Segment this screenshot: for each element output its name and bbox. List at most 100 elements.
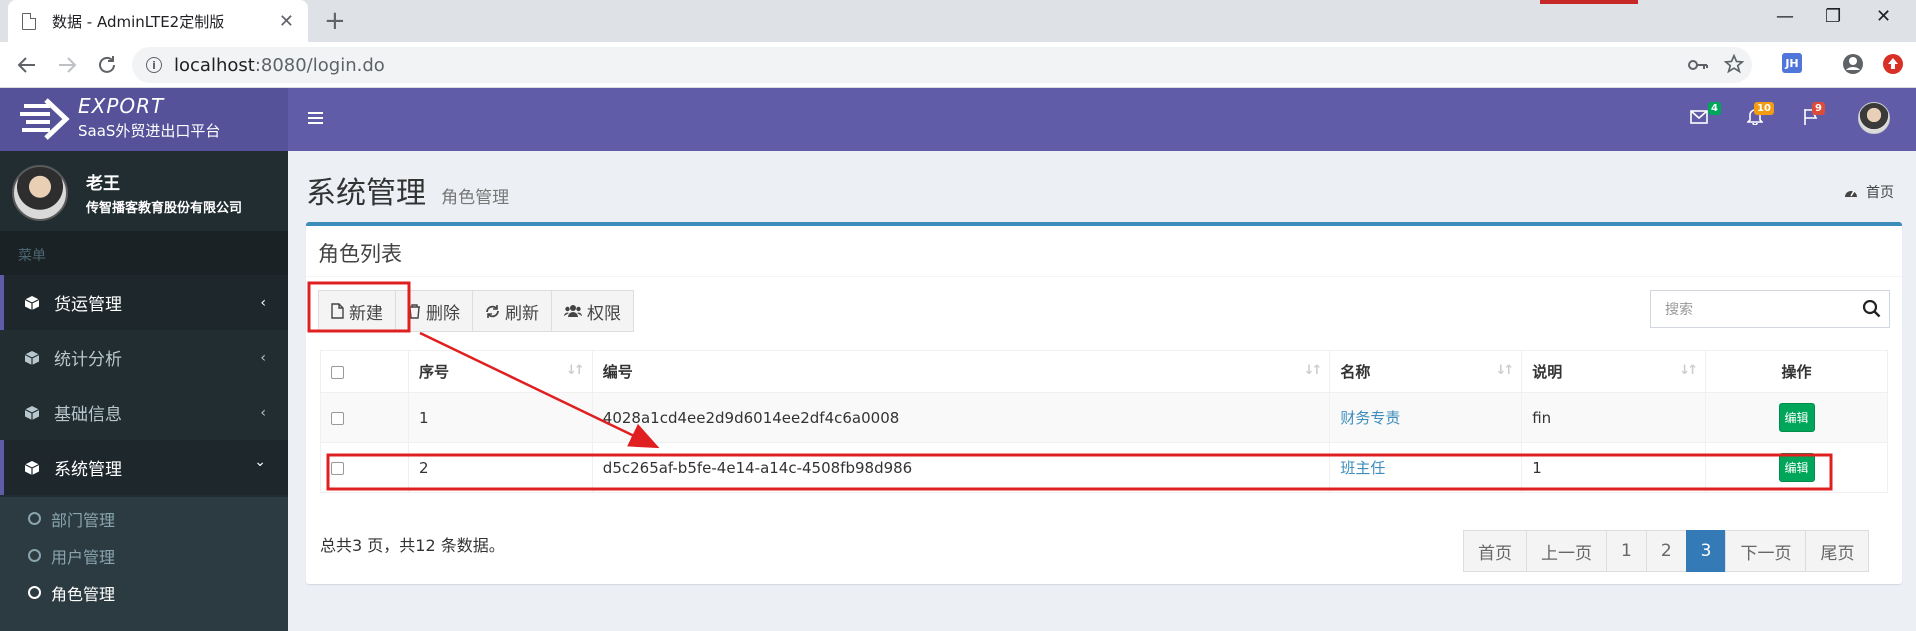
tab-close-icon[interactable]: ✕	[279, 11, 294, 32]
update-icon[interactable]	[1882, 53, 1904, 75]
permission-button[interactable]: 权限	[551, 290, 634, 332]
sidebar-item-freight[interactable]: 货运管理 ‹	[0, 275, 288, 330]
sidebar-item-role[interactable]: 角色管理	[0, 574, 288, 611]
sidebar-item-statistics[interactable]: 统计分析 ‹	[0, 330, 288, 385]
pagination-summary: 总共3 页，共12 条数据。	[320, 536, 505, 555]
maximize-button[interactable]: ❐	[1825, 6, 1841, 27]
sidebar-item-label: 统计分析	[54, 350, 122, 370]
cube-icon	[24, 350, 40, 365]
pagination: 首页 上一页 1 2 3 下一页 尾页	[1463, 530, 1870, 572]
chevron-left-icon: ‹	[260, 349, 266, 366]
circle-icon	[28, 549, 41, 562]
cell-name: 财务专责	[1329, 392, 1523, 443]
sidebar-item-label: 系统管理	[54, 460, 122, 480]
cell-desc: 1	[1521, 442, 1707, 493]
column-header-id[interactable]: 编号 ↓↑	[591, 350, 1331, 393]
mail-icon[interactable]	[1690, 110, 1708, 124]
dashboard-icon	[1845, 190, 1857, 197]
window-close-button[interactable]: ✕	[1876, 6, 1891, 27]
toolbar: 新建 删除 刷新 权限	[318, 290, 634, 332]
cell-action: 编辑	[1705, 442, 1888, 493]
role-name-link[interactable]: 财务专责	[1340, 409, 1400, 427]
page-prev[interactable]: 上一页	[1526, 530, 1607, 572]
role-table: 序号 ↓↑ 编号 ↓↑ 名称 ↓↑ 说明 ↓↑ 操作 1 4028a1cd4ee2d9d…	[320, 350, 1888, 493]
page-2[interactable]: 2	[1645, 530, 1687, 572]
sort-icon[interactable]: ↓↑	[1495, 363, 1514, 378]
breadcrumb-home[interactable]: 首页	[1866, 182, 1894, 202]
edit-button[interactable]: 编辑	[1778, 453, 1815, 482]
sidebar-toggle-icon[interactable]	[308, 112, 323, 127]
edit-button[interactable]: 编辑	[1778, 403, 1815, 432]
sidebar-item-department[interactable]: 部门管理	[0, 500, 288, 537]
refresh-button[interactable]: 刷新	[472, 290, 552, 332]
taskbar-strip	[1540, 0, 1638, 4]
sidebar: 老王 传智播客教育股份有限公司 菜单 货运管理 ‹ 统计分析 ‹ 基础信息 ‹ …	[0, 151, 288, 631]
divider	[306, 276, 1902, 277]
sort-icon[interactable]: ↓↑	[1679, 363, 1698, 378]
box-title: 角色列表	[318, 242, 402, 266]
star-icon[interactable]	[1724, 54, 1744, 74]
column-header-name[interactable]: 名称 ↓↑	[1329, 350, 1523, 393]
role-list-box: 角色列表 新建 删除 刷新 权限 搜索 序号 ↓↑ 编号 ↓↑ 名称 ↓↑ 说明…	[306, 222, 1902, 584]
forward-arrow-icon[interactable]	[56, 54, 78, 76]
trash-icon	[409, 303, 420, 319]
page-1[interactable]: 1	[1606, 530, 1647, 572]
key-icon[interactable]	[1688, 57, 1708, 73]
user-name: 老王	[86, 174, 120, 194]
sort-icon[interactable]: ↓↑	[1304, 363, 1323, 378]
cell-desc: fin	[1521, 392, 1707, 443]
extension-jh-icon[interactable]: JH	[1782, 53, 1802, 73]
reload-icon[interactable]	[96, 54, 118, 76]
sidebar-item-label: 基础信息	[54, 405, 122, 425]
row-select-cell	[320, 442, 409, 493]
browser-tab[interactable]: 数据 - AdminLTE2定制版 ✕	[8, 0, 308, 42]
logo-brand: EXPORT	[78, 94, 165, 118]
site-info-icon[interactable]: i	[146, 57, 162, 73]
search-icon[interactable]	[1855, 300, 1889, 318]
sort-icon[interactable]: ↓↑	[566, 363, 585, 378]
cube-icon	[24, 405, 40, 420]
column-label: 序号	[418, 363, 449, 381]
sidebar-item-basic-info[interactable]: 基础信息 ‹	[0, 385, 288, 440]
column-header-no[interactable]: 序号 ↓↑	[407, 350, 593, 393]
select-all-checkbox[interactable]	[331, 365, 344, 379]
row-checkbox[interactable]	[331, 461, 344, 475]
app-logo[interactable]: EXPORT SaaS外贸进出口平台	[0, 88, 288, 151]
page-first[interactable]: 首页	[1463, 530, 1527, 572]
user-org: 传智播客教育股份有限公司	[86, 201, 243, 216]
table-row[interactable]: 2 d5c265af-b5fe-4e14-a14c-4508fb98d986 班…	[320, 442, 1888, 493]
column-label: 说明	[1532, 363, 1563, 381]
row-checkbox[interactable]	[331, 411, 344, 425]
profile-icon[interactable]	[1842, 53, 1864, 75]
breadcrumb[interactable]: 首页	[1844, 182, 1894, 202]
back-arrow-icon[interactable]	[16, 54, 38, 76]
search-placeholder: 搜索	[1665, 302, 1693, 318]
delete-button[interactable]: 删除	[395, 290, 473, 332]
minimize-button[interactable]: —	[1776, 6, 1794, 27]
sidebar-item-system[interactable]: 系统管理 ⌄	[0, 440, 288, 495]
new-button[interactable]: 新建	[318, 290, 396, 332]
circle-icon	[28, 586, 41, 599]
column-header-action: 操作	[1705, 350, 1888, 393]
users-icon	[564, 305, 582, 317]
cell-name: 班主任	[1329, 442, 1523, 493]
cell-no: 1	[407, 392, 593, 443]
column-header-desc[interactable]: 说明 ↓↑	[1521, 350, 1707, 393]
column-label: 操作	[1781, 363, 1812, 381]
sub-item-label: 部门管理	[51, 510, 116, 530]
page-next[interactable]: 下一页	[1725, 530, 1807, 572]
new-tab-button[interactable]: +	[324, 6, 346, 36]
url-field[interactable]: i localhost:8080/login.do	[132, 47, 1752, 83]
url-path: :8080/login.do	[254, 54, 385, 76]
page-3[interactable]: 3	[1685, 530, 1727, 572]
bell-badge: 10	[1754, 102, 1774, 115]
url-host: localhost	[174, 54, 255, 76]
user-panel: 老王 传智播客教育股份有限公司	[0, 151, 288, 231]
role-name-link[interactable]: 班主任	[1340, 459, 1385, 477]
table-row[interactable]: 1 4028a1cd4ee2d9d6014ee2df4c6a0008 财务专责 …	[320, 392, 1888, 443]
page-last[interactable]: 尾页	[1805, 530, 1870, 572]
search-input[interactable]: 搜索	[1650, 290, 1890, 328]
sidebar-item-user[interactable]: 用户管理	[0, 537, 288, 574]
address-bar: i localhost:8080/login.do JH	[0, 42, 1916, 88]
header-avatar[interactable]	[1858, 102, 1890, 134]
